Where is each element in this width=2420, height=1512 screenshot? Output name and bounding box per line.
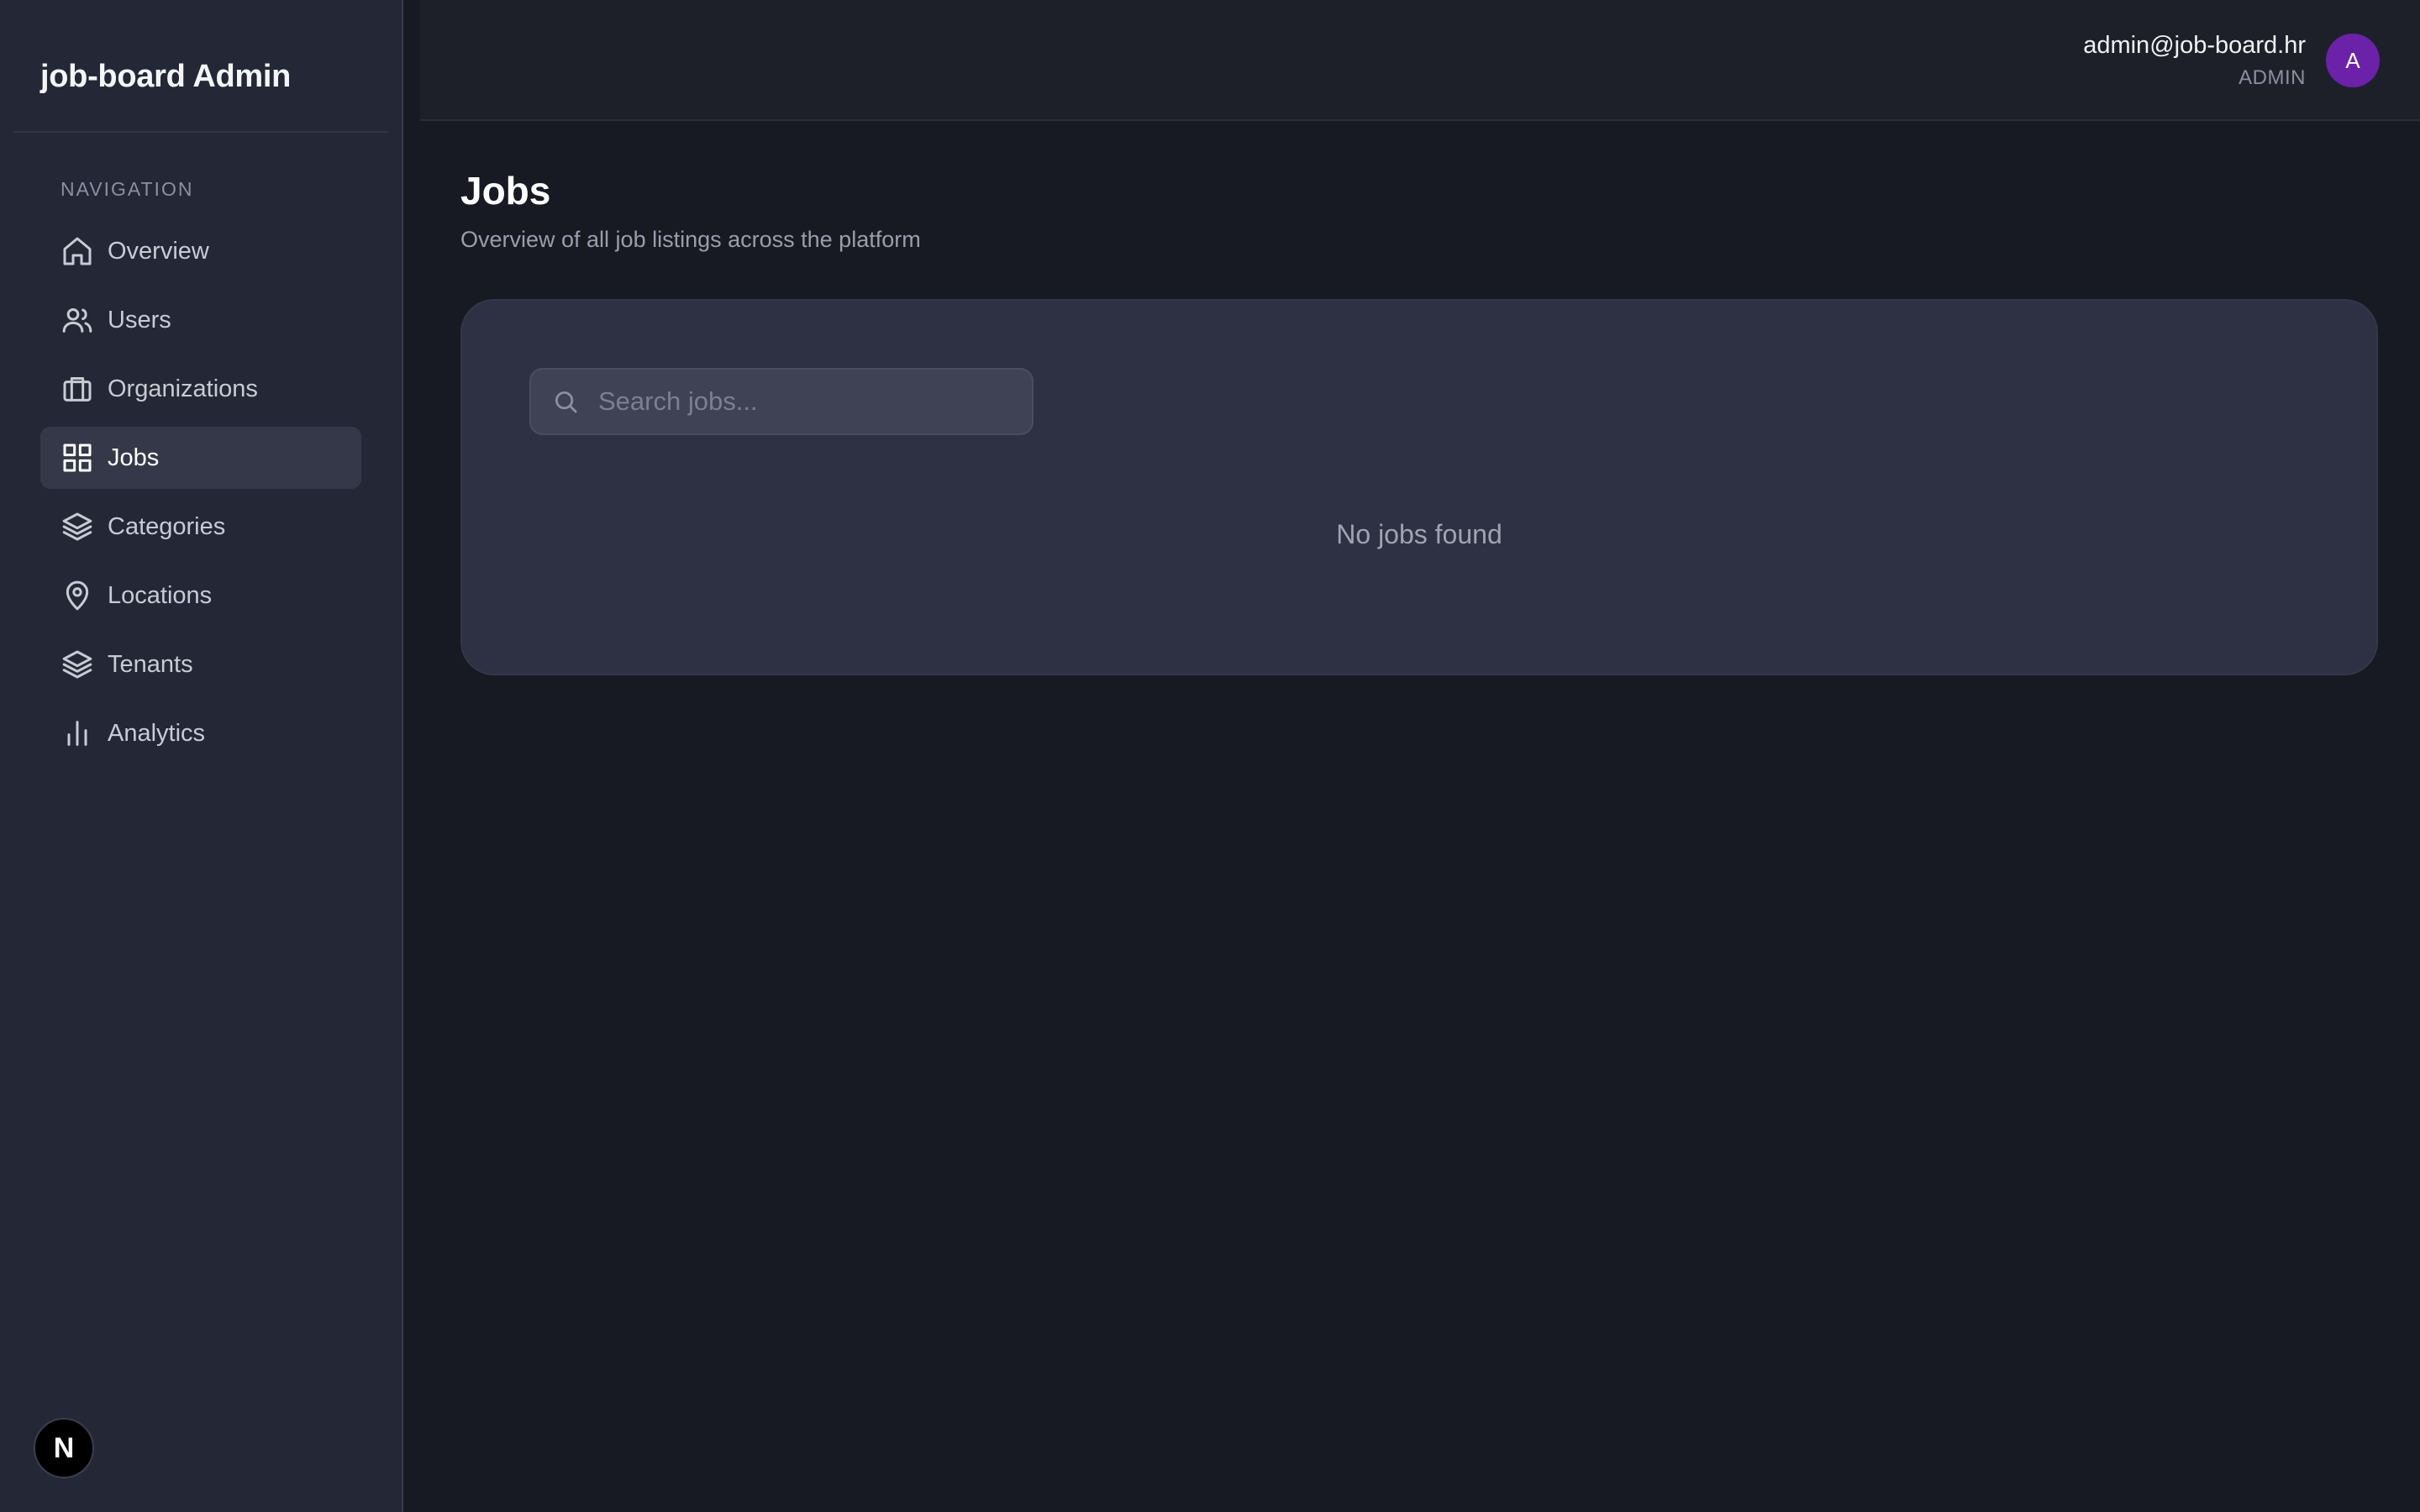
map-pin-icon	[60, 579, 94, 612]
sidebar-item-organizations[interactable]: Organizations	[40, 358, 361, 420]
sidebar-item-locations[interactable]: Locations	[40, 564, 361, 627]
sidebar-item-tenants[interactable]: Tenants	[40, 633, 361, 696]
sidebar-item-categories[interactable]: Categories	[40, 496, 361, 558]
search-input[interactable]	[598, 386, 1018, 417]
sidebar-item-label: Overview	[108, 237, 209, 265]
sidebar-item-label: Users	[108, 306, 171, 333]
avatar[interactable]: A	[2326, 34, 2380, 87]
sidebar-item-label: Jobs	[108, 444, 160, 471]
sidebar-item-overview[interactable]: Overview	[40, 220, 361, 282]
sidebar-nav: Overview Users Organizations Jobs Catego…	[40, 220, 361, 771]
user-role: ADMIN	[2238, 66, 2306, 89]
app-root: job-board Admin NAVIGATION Overview User…	[0, 0, 2420, 1512]
sidebar-item-label: Categories	[108, 512, 226, 540]
bar-chart-icon	[60, 717, 94, 750]
top-header: admin@job-board.hr ADMIN A	[420, 0, 2420, 121]
sidebar-item-jobs[interactable]: Jobs	[40, 427, 361, 489]
sidebar-item-label: Tenants	[108, 650, 193, 678]
page-title: Jobs	[460, 169, 551, 213]
layers-icon	[60, 648, 94, 681]
users-icon	[60, 303, 94, 337]
jobs-card: No jobs found	[460, 299, 2378, 675]
brand-divider	[13, 131, 388, 133]
nav-heading: NAVIGATION	[60, 178, 194, 200]
sidebar-item-label: Analytics	[108, 719, 206, 747]
home-icon	[60, 234, 94, 268]
layers-icon	[60, 510, 94, 543]
search-box[interactable]	[529, 368, 1034, 435]
sidebar: job-board Admin NAVIGATION Overview User…	[0, 0, 403, 1512]
page-subtitle: Overview of all job listings across the …	[460, 227, 921, 252]
user-info: admin@job-board.hr ADMIN	[2083, 32, 2306, 90]
search-icon	[551, 387, 580, 416]
sidebar-item-label: Organizations	[108, 375, 258, 402]
grid-icon	[60, 441, 94, 475]
sidebar-item-analytics[interactable]: Analytics	[40, 702, 361, 764]
brand-title: job-board Admin	[40, 59, 292, 94]
sidebar-item-label: Locations	[108, 581, 213, 609]
briefcase-icon	[60, 372, 94, 406]
dev-tools-badge[interactable]: N	[34, 1418, 94, 1478]
empty-state-message: No jobs found	[1336, 519, 1502, 549]
sidebar-item-users[interactable]: Users	[40, 289, 361, 351]
user-email: admin@job-board.hr	[2083, 32, 2306, 59]
